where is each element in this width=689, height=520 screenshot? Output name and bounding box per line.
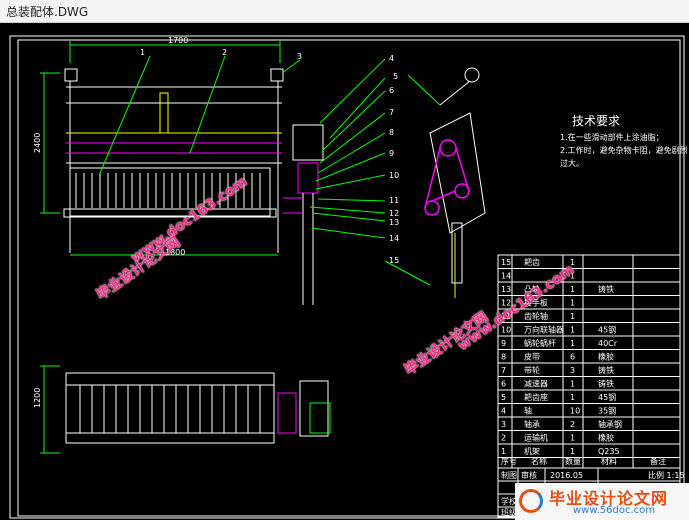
callout-9: 9 — [389, 149, 394, 158]
window-title: 总装配体.DWG — [6, 5, 89, 19]
bom-cell-name: 减速器 — [524, 379, 548, 389]
tb-scale: 比例 1:15 — [648, 470, 685, 480]
dim-height-left: 2400 — [33, 133, 42, 153]
bom-cell-no: 2 — [501, 434, 506, 443]
bom-cell-name: 轴 — [524, 406, 532, 416]
bom-cell-material: 橡胶 — [598, 352, 614, 362]
plan-view — [40, 365, 331, 454]
bom-cell-no: 15 — [501, 258, 511, 267]
callout-7: 7 — [389, 108, 394, 117]
callout-8: 8 — [389, 128, 394, 137]
bom-cell-name: 蜗轮蜗杆 — [524, 338, 556, 348]
callout-2: 2 — [222, 48, 227, 57]
callout-14: 14 — [389, 234, 399, 243]
bom-header-no: 序号 — [501, 456, 517, 466]
callout-15: 15 — [389, 256, 399, 265]
bom-cell-no: 8 — [501, 353, 506, 362]
bom-cell-no: 4 — [501, 407, 506, 416]
cad-drawing-canvas[interactable]: 1 2 3 4 5 6 7 8 9 10 11 12 13 14 15 1700… — [0, 23, 689, 520]
bom-cell-qty: 1 — [570, 326, 575, 335]
drive-assembly — [283, 124, 324, 305]
tb-draw: 制图 — [501, 470, 517, 480]
front-view — [40, 41, 284, 256]
bom-cell-qty: 1 — [570, 285, 575, 294]
bom-cell-material: 铸铁 — [598, 365, 614, 375]
bom-cell-name: 耙齿 — [524, 258, 540, 267]
site-logo: 毕业设计论文网 www.56doc.com — [515, 483, 689, 520]
tech-line-2: 2.工作时，避免杂物卡阻，避免剧烈 — [560, 145, 688, 155]
bom-cell-name: 万向联轴器 — [524, 325, 564, 335]
bom-cell-material: 铸铁 — [598, 284, 614, 294]
bom-cell-material: 45钢 — [598, 392, 616, 402]
bom-cell-qty: 1 — [570, 434, 575, 443]
bom-cell-material: 40Cr — [598, 339, 618, 348]
bom-header-material: 材料 — [601, 456, 617, 466]
bom-cell-name: 机架 — [524, 446, 540, 456]
bom-cell-name: 皮带 — [524, 352, 540, 362]
plan-teeth — [79, 385, 261, 433]
bom-cell-qty: 1 — [570, 299, 575, 308]
bom-cell-no: 13 — [501, 285, 511, 294]
window-titlebar: 总装配体.DWG — [0, 0, 689, 23]
tech-line-1: 1.在一些滑动部件上涂油脂； — [560, 132, 664, 142]
tb-date: 2016.05 — [550, 471, 583, 480]
callout-5: 5 — [393, 72, 398, 81]
bom-cell-qty: 1 — [570, 393, 575, 402]
tech-title: 技术要求 — [572, 114, 620, 128]
bom-cell-material: 橡胶 — [598, 433, 614, 443]
cad-drawing: 1 2 3 4 5 6 7 8 9 10 11 12 13 14 15 1700… — [9, 35, 688, 519]
bom-cell-name: 齿轮轴 — [524, 311, 548, 321]
callout-12: 12 — [389, 209, 399, 218]
bom-cell-no: 6 — [501, 380, 506, 389]
bom-cell-qty: 1 — [570, 447, 575, 456]
bom-cell-no: 14 — [501, 272, 511, 281]
bom-cell-no: 5 — [501, 393, 506, 402]
bom-cell-qty: 10 — [570, 407, 580, 416]
dim-top-width: 1700 — [168, 36, 188, 45]
logo-ring-icon — [519, 489, 543, 513]
bom-cell-name: 耙齿座 — [524, 392, 548, 402]
callout-1: 1 — [140, 48, 145, 57]
bom-header-note: 备注 — [650, 456, 666, 466]
bom-cells: 15 耙齿 114 113 凸轮 1 铸铁12 接手板 111 齿轮轴 110 万向联轴器 1 45钢9 蜗… — [501, 258, 622, 456]
bom-cell-name: 带轮 — [524, 365, 540, 375]
callout-4: 4 — [389, 54, 394, 63]
bom-cell-qty: 6 — [570, 353, 575, 362]
tb-review: 审核 — [521, 470, 537, 480]
bom-cell-material: 轴承钢 — [598, 419, 622, 429]
belt-drive — [424, 139, 470, 216]
callout-13: 13 — [389, 218, 399, 227]
bom-cell-qty: 1 — [570, 339, 575, 348]
bom-cell-qty: 3 — [570, 366, 575, 375]
bom-cell-no: 7 — [501, 366, 506, 375]
callout-10: 10 — [389, 171, 399, 180]
dimension-labels: 1700 2400 1800 1200 — [33, 36, 188, 408]
callout-11: 11 — [389, 196, 399, 205]
bom-cell-no: 1 — [501, 447, 506, 456]
bom-cell-qty: 2 — [570, 420, 575, 429]
tech-line-3: 过大。 — [560, 158, 584, 168]
bom-cell-name: 轴承 — [524, 419, 540, 429]
bom-cell-material: 35钢 — [598, 406, 616, 416]
logo-url: www.56doc.com — [573, 505, 656, 516]
bom-cell-material: Q235 — [598, 447, 620, 456]
tech-requirements: 技术要求 1.在一些滑动部件上涂油脂； 2.工作时，避免杂物卡阻，避免剧烈 过大… — [560, 114, 688, 168]
callout-6: 6 — [389, 86, 394, 95]
dim-height-lower: 1200 — [33, 388, 42, 408]
bom-header-qty: 数量 — [565, 456, 581, 466]
bom-cell-name: 运输机 — [524, 433, 548, 443]
side-view — [429, 67, 486, 298]
bom-cell-material: 铸铁 — [598, 379, 614, 389]
bom-cell-material: 45钢 — [598, 325, 616, 335]
callout-3: 3 — [297, 52, 302, 61]
bom-cell-qty: 1 — [570, 380, 575, 389]
bom-cell-no: 3 — [501, 420, 506, 429]
bom-cell-no: 9 — [501, 339, 506, 348]
bom-header-name: 名称 — [531, 456, 547, 466]
bom-cell-qty: 1 — [570, 312, 575, 321]
